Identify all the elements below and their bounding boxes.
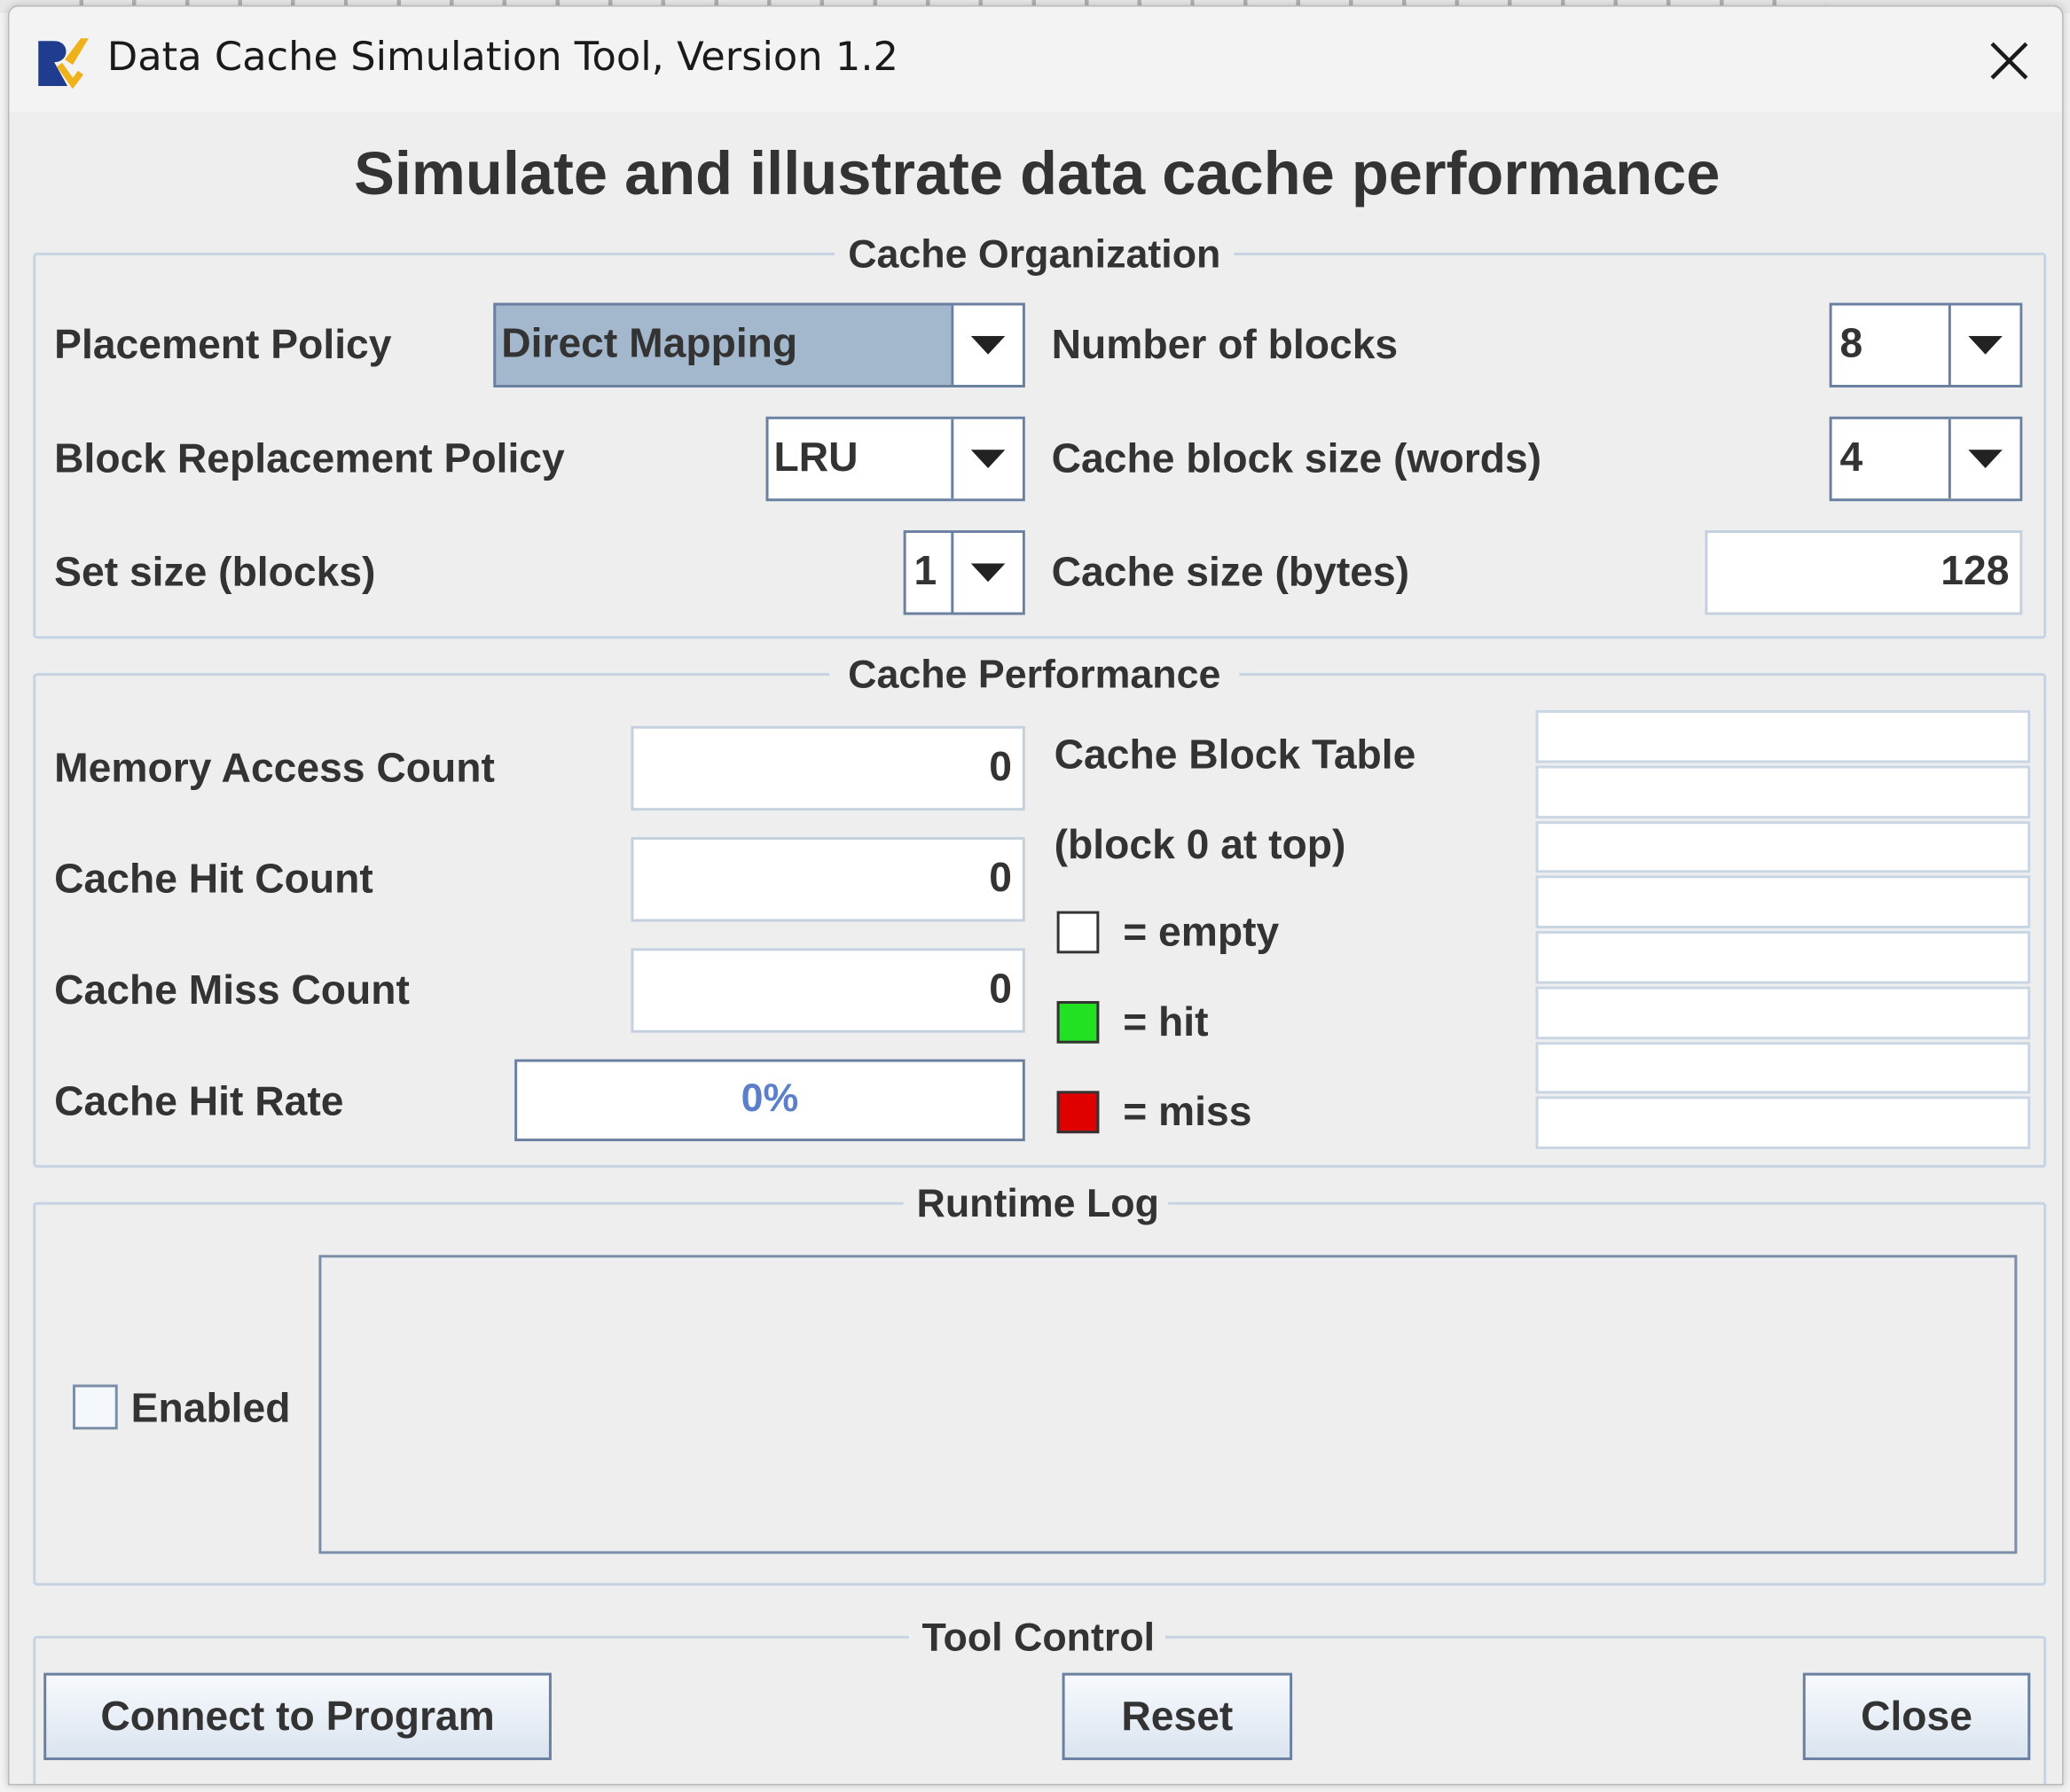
block-size-arrow[interactable] [1948, 419, 2020, 499]
memory-access-count-value: 0 [989, 743, 1012, 790]
set-size-value: 1 [913, 547, 937, 594]
log-enabled-label[interactable]: Enabled [131, 1382, 291, 1436]
block-size-value: 4 [1839, 434, 1863, 481]
cache-block-row [1535, 820, 2031, 873]
num-blocks-value: 8 [1839, 319, 1863, 367]
cache-size-field: 128 [1705, 530, 2023, 615]
chevron-down-icon [970, 563, 1006, 583]
cache-block-row [1535, 1041, 2031, 1094]
cache-hit-count-field: 0 [631, 837, 1025, 922]
set-size-label: Set size (blocks) [54, 548, 376, 596]
cache-organization-title: Cache Organization [835, 232, 1235, 278]
cache-miss-count-field: 0 [631, 948, 1025, 1033]
block-size-select[interactable]: 4 [1829, 416, 2023, 502]
placement-policy-arrow[interactable] [951, 305, 1023, 385]
num-blocks-label: Number of blocks [1051, 321, 1399, 368]
log-enabled-checkbox[interactable] [73, 1384, 118, 1430]
cache-miss-count-value: 0 [989, 965, 1012, 1012]
cache-block-row [1535, 930, 2031, 984]
title-bar: Data Cache Simulation Tool, Version 1.2 [9, 6, 2063, 113]
placement-policy-label: Placement Policy [54, 321, 392, 368]
cache-hit-rate-progress: 0% [514, 1059, 1025, 1142]
replacement-policy-arrow[interactable] [951, 419, 1023, 499]
placement-policy-select[interactable]: Direct Mapping [493, 302, 1025, 387]
cache-hit-count-value: 0 [989, 854, 1012, 901]
main-heading: Simulate and illustrate data cache perfo… [354, 138, 1721, 208]
cache-block-row [1535, 986, 2031, 1039]
cache-hit-rate-value: 0% [741, 1076, 799, 1121]
connect-to-program-button[interactable]: Connect to Program [43, 1672, 552, 1761]
cache-performance-title: Cache Performance [829, 653, 1240, 699]
close-icon[interactable] [1976, 27, 2043, 94]
placement-policy-value: Direct Mapping [501, 319, 798, 367]
legend-hit-swatch [1056, 1000, 1100, 1044]
close-button[interactable]: Close [1802, 1672, 2031, 1761]
num-blocks-arrow[interactable] [1948, 305, 2020, 385]
set-size-arrow[interactable] [951, 533, 1023, 613]
cache-block-table [1535, 709, 2031, 1152]
runtime-log-title: Runtime Log [903, 1182, 1168, 1228]
legend-empty-label: = empty [1123, 908, 1280, 955]
chevron-down-icon [1968, 450, 2003, 468]
cache-size-value: 128 [1941, 547, 2010, 594]
num-blocks-select[interactable]: 8 [1829, 302, 2023, 387]
legend-empty-swatch [1056, 911, 1100, 954]
replacement-policy-value: LRU [773, 434, 859, 481]
cache-hit-rate-label: Cache Hit Rate [54, 1077, 344, 1124]
cache-block-table-label: Cache Block Table [1054, 731, 1416, 778]
reset-button[interactable]: Reset [1062, 1672, 1293, 1761]
cache-block-table-sublabel: (block 0 at top) [1054, 821, 1346, 868]
memory-access-count-field: 0 [631, 725, 1025, 811]
replacement-policy-select[interactable]: LRU [765, 416, 1025, 502]
tool-window: Data Cache Simulation Tool, Version 1.2 … [7, 4, 2064, 1786]
chevron-down-icon [970, 335, 1006, 355]
cache-hit-count-label: Cache Hit Count [54, 855, 373, 903]
memory-access-count-label: Memory Access Count [54, 744, 495, 791]
cache-block-row [1535, 765, 2031, 818]
app-icon [35, 33, 91, 90]
runtime-log-textarea[interactable] [318, 1255, 2018, 1554]
cache-block-row [1535, 875, 2031, 928]
cache-size-label: Cache size (bytes) [1051, 548, 1410, 596]
legend-hit-label: = hit [1123, 998, 1209, 1045]
cache-miss-count-label: Cache Miss Count [54, 966, 410, 1013]
legend-miss-label: = miss [1123, 1088, 1252, 1135]
cache-block-row [1535, 1096, 2031, 1150]
legend-miss-swatch [1056, 1091, 1100, 1134]
window-title: Data Cache Simulation Tool, Version 1.2 [106, 34, 899, 81]
set-size-select[interactable]: 1 [903, 530, 1025, 615]
block-size-label: Cache block size (words) [1051, 434, 1542, 481]
tool-control-title: Tool Control [908, 1616, 1165, 1662]
chevron-down-icon [1968, 335, 2003, 355]
cache-block-row [1535, 709, 2031, 763]
replacement-policy-label: Block Replacement Policy [54, 434, 565, 481]
chevron-down-icon [970, 450, 1006, 468]
